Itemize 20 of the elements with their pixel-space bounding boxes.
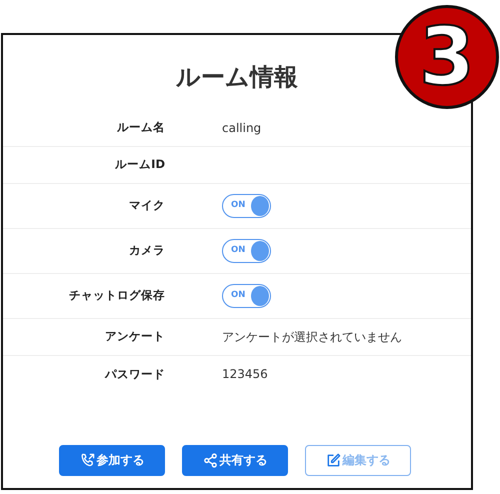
field-label: ルームID	[114, 156, 165, 174]
field-value: 123456	[222, 366, 268, 384]
action-button[interactable]: 参加する	[59, 444, 165, 476]
panel-title: ルーム情報	[175, 63, 299, 92]
step-badge: 3	[395, 5, 499, 109]
toggle-switch[interactable]: ON	[222, 284, 271, 308]
toggle-switch[interactable]: ON	[222, 194, 271, 218]
field-label: アンケート	[104, 328, 165, 346]
field-value: アンケートが選択されていません	[222, 328, 402, 346]
field-label: マイク	[128, 197, 165, 214]
field-label: パスワード	[104, 366, 165, 383]
field-value: calling	[222, 120, 262, 137]
field-label: チャットログ保存	[68, 287, 165, 304]
toggle-switch[interactable]: ON	[222, 238, 271, 263]
field-label: カメラ	[128, 242, 165, 260]
share-icon	[202, 452, 218, 468]
action-button[interactable]: 共有する	[182, 444, 288, 476]
phone-icon	[80, 452, 94, 468]
edit-icon	[326, 452, 340, 468]
field-label: ルーム名	[116, 119, 165, 136]
